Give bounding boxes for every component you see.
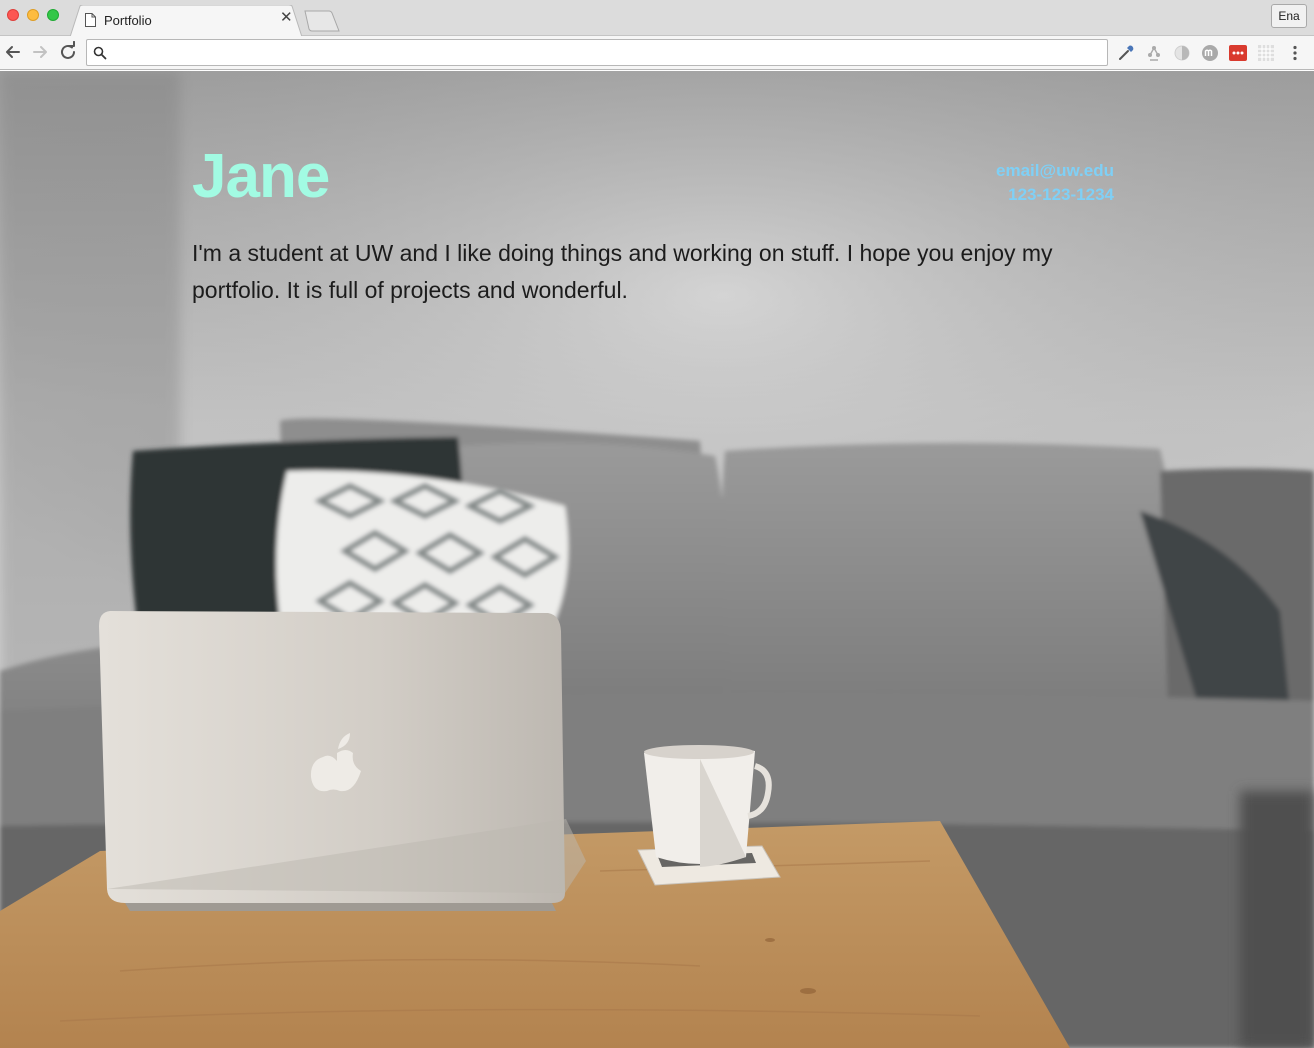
window-close-button[interactable]	[7, 9, 19, 21]
contact-info: email@uw.edu 123-123-1234	[996, 159, 1114, 207]
half-circle-icon[interactable]	[1173, 44, 1191, 62]
tab-bar: Portfolio ✕ Ena	[0, 0, 1314, 37]
window-maximize-button[interactable]	[47, 9, 59, 21]
new-tab-button[interactable]	[302, 10, 342, 32]
window-minimize-button[interactable]	[27, 9, 39, 21]
forward-arrow-icon[interactable]	[29, 41, 51, 63]
eyedropper-icon[interactable]	[1117, 44, 1135, 62]
reload-icon[interactable]	[57, 41, 79, 63]
grid-icon[interactable]	[1257, 44, 1275, 62]
email-link[interactable]: email@uw.edu	[996, 159, 1114, 183]
page-icon	[85, 13, 96, 27]
address-input[interactable]	[113, 42, 1098, 63]
background-photo	[0, 71, 1314, 1048]
tree-icon[interactable]	[1145, 44, 1163, 62]
address-bar[interactable]	[86, 39, 1108, 66]
bio-text: I'm a student at UW and I like doing thi…	[192, 240, 1053, 303]
red-dots-icon[interactable]	[1229, 44, 1247, 62]
back-arrow-icon[interactable]	[2, 41, 24, 63]
close-icon[interactable]: ✕	[280, 10, 293, 26]
tab-title: Portfolio	[104, 13, 152, 28]
toolbar	[0, 36, 1314, 70]
tab-portfolio[interactable]: Portfolio ✕	[70, 5, 302, 37]
page-title: Jane	[192, 142, 330, 211]
phone-link[interactable]: 123-123-1234	[996, 183, 1114, 207]
kebab-menu-icon[interactable]	[1286, 44, 1304, 62]
portfolio-page: Jane email@uw.edu 123-123-1234 I'm a stu…	[0, 71, 1314, 1048]
search-icon	[93, 46, 107, 60]
m-logo-icon[interactable]	[1201, 44, 1219, 62]
profile-button[interactable]: Ena	[1271, 4, 1307, 28]
